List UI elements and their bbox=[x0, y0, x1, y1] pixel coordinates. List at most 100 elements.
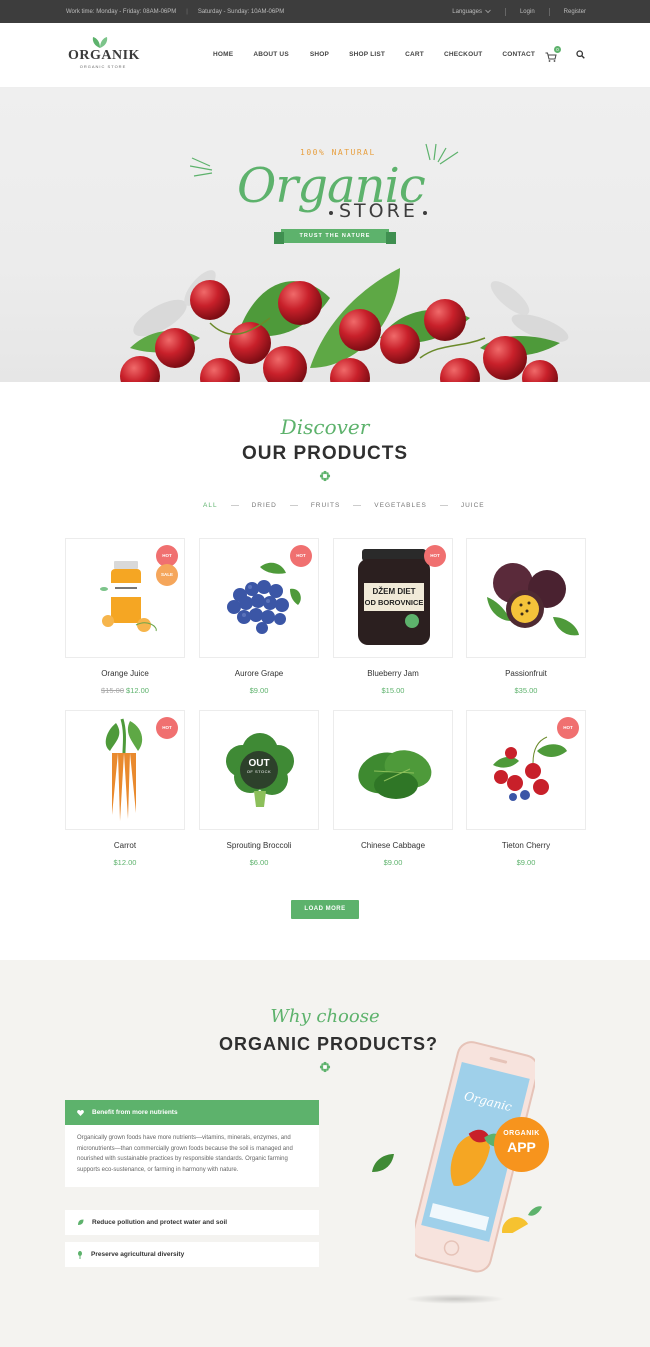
product-name[interactable]: Passionfruit bbox=[466, 669, 586, 678]
filter-vegetables[interactable]: VEGETABLES bbox=[374, 502, 427, 509]
cart-icon bbox=[545, 52, 557, 62]
login-link[interactable]: Login bbox=[520, 9, 535, 15]
nav-shop-list[interactable]: SHOP LIST bbox=[349, 51, 385, 58]
product-card-aurore-grape[interactable]: HOT Aurore Grape $9.00 bbox=[199, 538, 319, 695]
jam-label-line-1: DŽEM DIET bbox=[372, 587, 415, 596]
products-script-title: Discover bbox=[280, 415, 370, 439]
app-badge-line-1: ORGANIK bbox=[503, 1130, 540, 1137]
phone-shadow bbox=[405, 1294, 505, 1304]
accordion-item-pollution[interactable]: Reduce pollution and protect water and s… bbox=[65, 1210, 319, 1235]
sun-rays-left-decoration bbox=[190, 157, 213, 177]
accordion-header[interactable]: Benefit from more nutrients bbox=[65, 1100, 319, 1125]
product-card-chinese-cabbage[interactable]: Chinese Cabbage $9.00 bbox=[333, 710, 453, 867]
out-of-stock-line-1: OUT bbox=[248, 758, 270, 769]
site-header: ORGANIK ORGANIC STORE HOME ABOUT US SHOP… bbox=[0, 23, 650, 88]
floating-leaf-decoration bbox=[372, 1154, 394, 1172]
product-price: $9.00 bbox=[383, 858, 403, 867]
leaf-icon bbox=[78, 1219, 84, 1225]
product-price: $6.00 bbox=[249, 858, 269, 867]
plant-icon bbox=[78, 1250, 82, 1259]
product-image[interactable] bbox=[333, 710, 453, 830]
product-price: $15.00 bbox=[381, 686, 405, 695]
products-title: OUR PRODUCTS bbox=[241, 443, 409, 464]
filter-dried[interactable]: DRIED bbox=[252, 502, 277, 509]
filter-divider bbox=[230, 505, 239, 506]
header-icons: 0 bbox=[545, 46, 585, 62]
app-badge-line-2: APP bbox=[507, 1139, 536, 1155]
nav-home[interactable]: HOME bbox=[213, 51, 233, 58]
nav-contact[interactable]: CONTACT bbox=[502, 51, 535, 58]
hero-store-title: STORE bbox=[339, 200, 418, 222]
sale-badge: SALE bbox=[156, 564, 178, 586]
filter-fruits[interactable]: FRUITS bbox=[311, 502, 340, 509]
product-price: $12.00 bbox=[113, 858, 137, 867]
hot-badge: HOT bbox=[290, 545, 312, 567]
nav-about-us[interactable]: ABOUT US bbox=[253, 51, 289, 58]
filter-all[interactable]: ALL bbox=[203, 502, 218, 509]
product-image[interactable]: DŽEM DIET OD BOROVNICE HOT bbox=[333, 538, 453, 658]
top-bar: Work time: Monday - Friday: 08AM-06PM | … bbox=[0, 0, 650, 23]
product-filters: ALL DRIED FRUITS VEGETABLES JUICE bbox=[203, 502, 485, 509]
cart-button[interactable]: 0 bbox=[545, 46, 561, 62]
product-image[interactable]: OUT OF STOCK bbox=[199, 710, 319, 830]
hot-badge: HOT bbox=[424, 545, 446, 567]
working-hours: Work time: Monday - Friday: 08AM-06PM | … bbox=[66, 9, 284, 15]
product-card-sprouting-broccoli[interactable]: OUT OF STOCK Sprouting Broccoli $6.00 bbox=[199, 710, 319, 867]
product-price: $35.00 bbox=[514, 686, 538, 695]
hot-badge: HOT bbox=[156, 717, 178, 739]
accordion-header[interactable]: Reduce pollution and protect water and s… bbox=[65, 1210, 319, 1235]
load-more-button[interactable]: LOAD MORE bbox=[291, 900, 359, 919]
filter-juice[interactable]: JUICE bbox=[461, 502, 485, 509]
filter-divider bbox=[289, 505, 298, 506]
cranberries-illustration bbox=[120, 268, 569, 382]
product-card-carrot[interactable]: HOT Carrot $12.00 bbox=[65, 710, 185, 867]
language-dropdown[interactable]: Languages bbox=[452, 9, 491, 15]
store-dot-left bbox=[329, 211, 333, 215]
product-image[interactable]: HOT bbox=[466, 710, 586, 830]
accordion-title: Preserve agricultural diversity bbox=[91, 1251, 185, 1258]
flower-divider-icon bbox=[319, 470, 331, 482]
cart-count-badge: 0 bbox=[554, 46, 561, 53]
current-price: $12.00 bbox=[126, 686, 149, 695]
accordion-item-nutrients[interactable]: Benefit from more nutrients Organically … bbox=[65, 1100, 319, 1187]
lemon-slice-decoration bbox=[502, 1206, 542, 1233]
product-name[interactable]: Carrot bbox=[65, 841, 185, 850]
product-image[interactable]: HOT bbox=[65, 710, 185, 830]
product-name[interactable]: Chinese Cabbage bbox=[333, 841, 453, 850]
site-logo[interactable]: ORGANIK ORGANIC STORE bbox=[68, 36, 139, 76]
sun-rays-right-decoration bbox=[425, 143, 459, 165]
product-name[interactable]: Sprouting Broccoli bbox=[199, 841, 319, 850]
nav-shop[interactable]: SHOP bbox=[310, 51, 329, 58]
accordion-header[interactable]: Preserve agricultural diversity bbox=[65, 1242, 319, 1267]
out-of-stock-line-2: OF STOCK bbox=[246, 769, 272, 774]
product-card-blueberry-jam[interactable]: DŽEM DIET OD BOROVNICE HOT Blueberry Jam… bbox=[333, 538, 453, 695]
product-image[interactable]: HOT bbox=[199, 538, 319, 658]
product-price: $15.00 $12.00 bbox=[65, 686, 185, 695]
accordion-title: Benefit from more nutrients bbox=[92, 1109, 178, 1116]
store-dot-right bbox=[423, 211, 427, 215]
register-link[interactable]: Register bbox=[564, 9, 586, 15]
logo-tagline: ORGANIC STORE bbox=[79, 64, 127, 69]
why-title: ORGANIC PRODUCTS? bbox=[219, 1034, 438, 1054]
product-name[interactable]: Orange Juice bbox=[65, 669, 185, 678]
jam-label-line-2: OD BOROVNICE bbox=[365, 598, 424, 607]
divider bbox=[504, 7, 506, 16]
heart-icon bbox=[77, 1109, 84, 1116]
product-name[interactable]: Blueberry Jam bbox=[333, 669, 453, 678]
product-card-tieton-cherry[interactable]: HOT Tieton Cherry $9.00 bbox=[466, 710, 586, 867]
nav-checkout[interactable]: CHECKOUT bbox=[444, 51, 482, 58]
flower-divider-icon bbox=[319, 1061, 331, 1073]
product-name[interactable]: Tieton Cherry bbox=[466, 841, 586, 850]
app-download-badge[interactable]: ORGANIK APP bbox=[494, 1117, 549, 1172]
product-card-passionfruit[interactable]: Passionfruit $35.00 bbox=[466, 538, 586, 695]
nav-cart[interactable]: CART bbox=[405, 51, 424, 58]
product-name[interactable]: Aurore Grape bbox=[199, 669, 319, 678]
product-image[interactable] bbox=[466, 538, 586, 658]
product-card-orange-juice[interactable]: HOT SALE Orange Juice $15.00 $12.00 bbox=[65, 538, 185, 695]
hours-divider: | bbox=[186, 8, 188, 15]
weekend-hours: Saturday - Sunday: 10AM-06PM bbox=[197, 8, 285, 15]
product-image[interactable]: HOT SALE bbox=[65, 538, 185, 658]
language-label: Languages bbox=[452, 8, 482, 15]
search-icon[interactable] bbox=[576, 50, 585, 59]
accordion-item-diversity[interactable]: Preserve agricultural diversity bbox=[65, 1242, 319, 1267]
